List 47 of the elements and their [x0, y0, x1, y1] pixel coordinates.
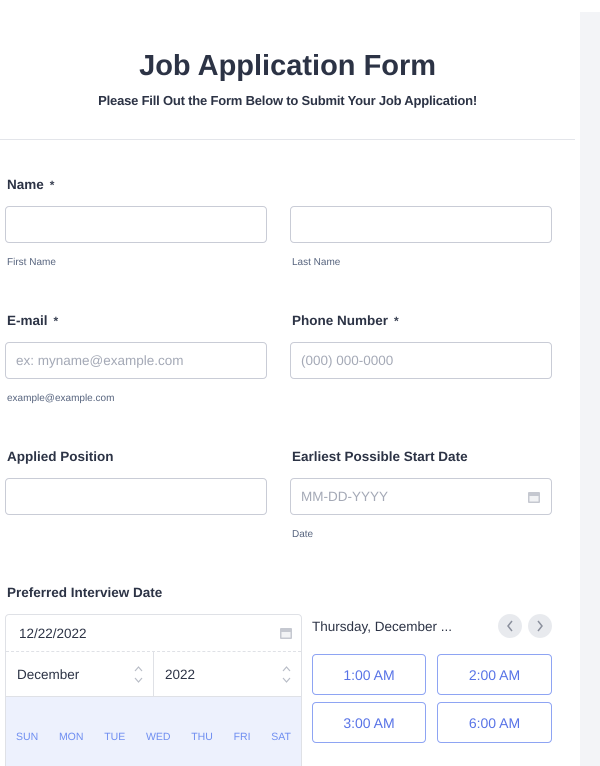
chevron-left-icon: [506, 620, 514, 632]
placeholder: MM-DD-YYYY: [301, 489, 388, 504]
weekday-label: MON: [58, 731, 84, 743]
time-slot-button[interactable]: 2:00 AM: [437, 654, 552, 695]
year-select[interactable]: 2022: [153, 652, 301, 696]
field-label: Applied Position: [7, 449, 114, 464]
required-mark: *: [394, 314, 399, 328]
input-field[interactable]: (000) 000-0000: [290, 342, 552, 379]
weekday-label: FRI: [234, 731, 251, 743]
spinner-icon[interactable]: [134, 666, 143, 682]
date-field[interactable]: 12/22/2022: [6, 615, 301, 652]
field-hint: Date: [292, 529, 314, 540]
field-label: Preferred Interview Date: [7, 585, 162, 600]
chevron-right-icon: [536, 620, 544, 632]
weekday-label: SUN: [16, 731, 38, 743]
weekday-label: SAT: [271, 731, 291, 743]
placeholder: (000) 000-0000: [301, 353, 394, 368]
field-hint: First Name: [7, 257, 57, 268]
weekday-label: THU: [191, 731, 213, 743]
field-label: Phone Number: [292, 313, 388, 328]
time-slot-button[interactable]: 3:00 AM: [312, 702, 426, 743]
field-hint: Last Name: [292, 257, 342, 268]
input-field[interactable]: [5, 206, 267, 243]
required-mark: *: [50, 178, 54, 192]
field-hint: example@example.com: [7, 393, 116, 404]
field-label: Earliest Possible Start Date: [292, 449, 468, 464]
previous-button[interactable]: [498, 614, 522, 638]
calendar-icon[interactable]: [527, 490, 541, 504]
weekday-label: WED: [146, 731, 170, 743]
date-field[interactable]: MM-DD-YYYY: [290, 478, 552, 515]
input-field[interactable]: [5, 478, 267, 515]
time-slot-button[interactable]: 6:00 AM: [437, 702, 552, 743]
spinner-icon[interactable]: [282, 666, 291, 682]
field-label: Name: [7, 177, 44, 192]
form-title: Job Application Form: [139, 50, 436, 83]
weekday-label: TUE: [104, 731, 126, 743]
time-slot-button[interactable]: 1:00 AM: [312, 654, 426, 695]
calendar-icon[interactable]: [279, 626, 293, 640]
selected-day-title: Thursday, December ...: [312, 618, 454, 634]
form-subtitle: Please Fill Out the Form Below to Submit Your Job Application!: [98, 93, 477, 108]
placeholder: ex: myname@example.com: [16, 353, 184, 368]
next-button[interactable]: [528, 614, 552, 638]
input-field[interactable]: [290, 206, 552, 243]
field-label: E-mail: [7, 313, 48, 328]
month-select[interactable]: December: [6, 652, 153, 696]
input-field[interactable]: ex: myname@example.com: [5, 342, 267, 379]
required-mark: *: [54, 314, 58, 328]
